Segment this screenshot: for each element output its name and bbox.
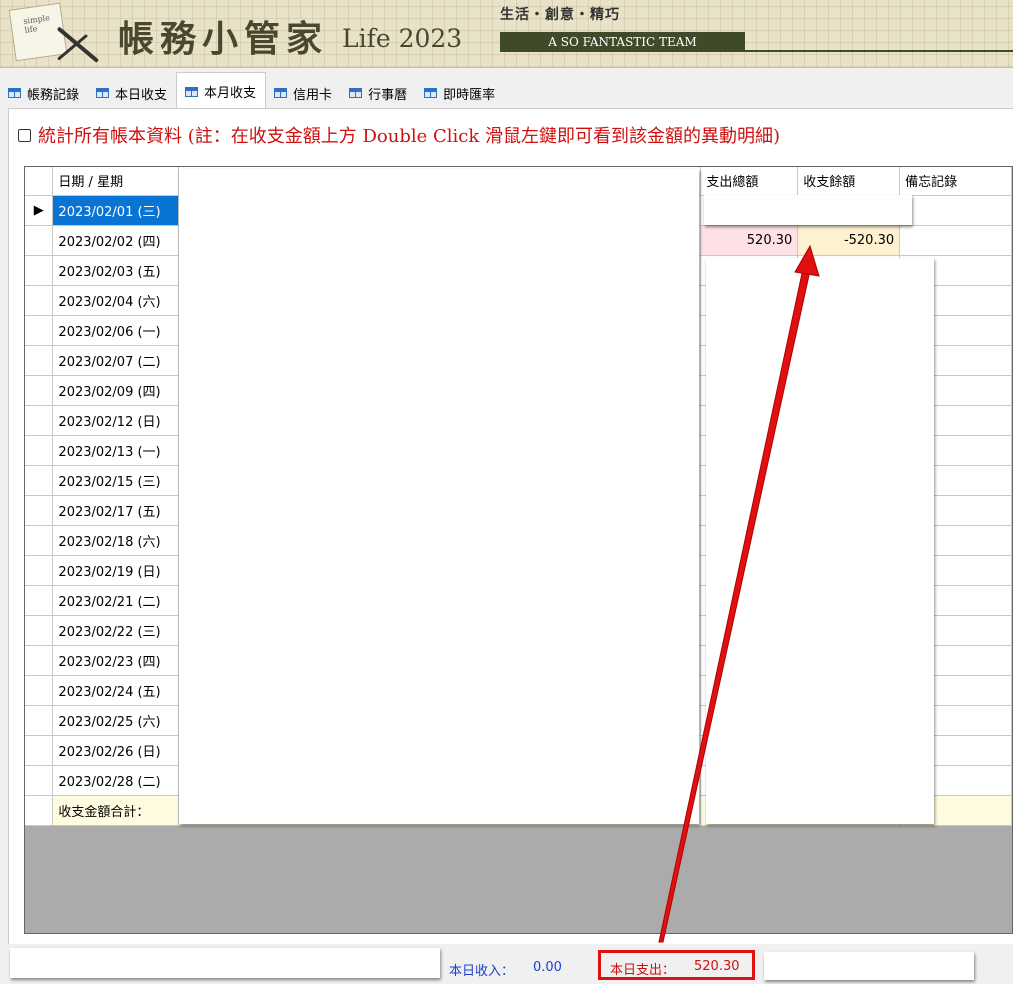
tab-label: 本日收支 (115, 87, 168, 103)
tab-credit-card[interactable]: 信用卡 (266, 76, 341, 110)
status-bar: 本日收入： 0.00 本日支出： 520.30 (0, 944, 1013, 984)
tab-calendar[interactable]: 行事曆 (341, 76, 416, 110)
date-cell[interactable]: 2023/02/19 (日) (52, 555, 180, 586)
date-cell[interactable]: 2023/02/07 (二) (52, 345, 180, 376)
row-header[interactable] (25, 765, 54, 796)
logo-text: simple life (22, 13, 51, 35)
out-cell[interactable]: 520.30 (700, 225, 799, 256)
tab-label: 即時匯率 (443, 87, 496, 103)
col-header-date[interactable]: 日期 / 星期 (52, 167, 180, 196)
date-cell[interactable]: 2023/02/26 (日) (52, 735, 180, 766)
grid-icon (274, 88, 288, 98)
row-header[interactable] (25, 735, 54, 766)
row-header[interactable] (25, 525, 54, 556)
row-header[interactable] (25, 495, 54, 526)
daily-income-value: 0.00 (533, 960, 562, 975)
redaction-overlay (706, 258, 934, 824)
stats-option-row: 統計所有帳本資料 (註：在收支金額上方 Double Click 滑鼠左鍵即可看… (18, 122, 780, 148)
team-line (745, 50, 1013, 52)
redaction-overlay (10, 948, 440, 978)
row-header[interactable] (25, 225, 54, 256)
row-header[interactable] (25, 255, 54, 286)
tab-monthly[interactable]: 本月收支 (176, 72, 267, 110)
row-header[interactable] (25, 315, 54, 346)
row-header[interactable] (25, 645, 54, 676)
app-slogan: 生活・創意・精巧 (500, 7, 620, 23)
memo-cell[interactable] (899, 225, 1012, 256)
tab-bar: 帳務記錄 本日收支 本月收支 信用卡 行事曆 即時匯率 (0, 72, 1013, 110)
col-header-balance[interactable]: 收支餘額 (797, 167, 901, 196)
daily-income-label: 本日收入： (449, 964, 515, 979)
row-header[interactable] (25, 555, 54, 586)
row-header[interactable] (25, 465, 54, 496)
grid-icon (8, 88, 21, 98)
date-cell[interactable]: 2023/02/23 (四) (52, 645, 180, 676)
date-cell[interactable]: 2023/02/12 (日) (52, 405, 180, 436)
date-cell[interactable]: 2023/02/18 (六) (52, 525, 180, 556)
row-header[interactable] (25, 435, 54, 466)
tab-label: 信用卡 (293, 87, 333, 103)
row-header[interactable] (25, 375, 54, 406)
col-header-out[interactable]: 支出總額 (700, 167, 799, 196)
date-cell[interactable]: 2023/02/22 (三) (52, 615, 180, 646)
date-cell[interactable]: 2023/02/25 (六) (52, 705, 180, 736)
app-logo: simple life (8, 2, 68, 62)
daily-expense-value: 520.30 (694, 959, 740, 974)
date-cell[interactable]: 2023/02/24 (五) (52, 675, 180, 706)
total-label: 收支金額合計： (52, 795, 180, 826)
date-cell[interactable]: 2023/02/03 (五) (52, 255, 180, 286)
redaction-overlay (179, 169, 699, 824)
date-cell[interactable]: 2023/02/21 (二) (52, 585, 180, 616)
grid-icon (424, 88, 438, 98)
date-cell[interactable]: 2023/02/09 (四) (52, 375, 180, 406)
tab-label: 帳務記錄 (27, 87, 80, 103)
date-cell[interactable]: 2023/02/17 (五) (52, 495, 180, 526)
row-header[interactable]: ▶ (25, 195, 54, 226)
row-header[interactable] (25, 405, 54, 436)
redaction-overlay (764, 952, 974, 980)
stats-note-label: 統計所有帳本資料 (註：在收支金額上方 Double Click 滑鼠左鍵即可看… (38, 126, 780, 147)
tab-daily[interactable]: 本日收支 (88, 76, 176, 110)
date-cell[interactable]: 2023/02/06 (一) (52, 315, 180, 346)
col-header-memo[interactable]: 備忘記錄 (899, 167, 1012, 196)
app-banner: simple life 帳務小管家 Life 2023 生活・創意・精巧 A S… (0, 0, 1013, 68)
stats-all-checkbox[interactable] (18, 128, 31, 142)
row-header[interactable] (25, 705, 54, 736)
row-header[interactable] (25, 585, 54, 616)
memo-cell[interactable] (899, 195, 1012, 226)
balance-cell[interactable]: -520.30 (797, 225, 901, 256)
app-title: 帳務小管家 (118, 18, 329, 60)
date-cell[interactable]: 2023/02/01 (三) (52, 195, 180, 226)
date-cell[interactable]: 2023/02/28 (二) (52, 765, 180, 796)
row-header[interactable] (25, 675, 54, 706)
row-header[interactable] (25, 345, 54, 376)
team-bar: A SO FANTASTIC TEAM (500, 32, 745, 52)
date-cell[interactable]: 2023/02/04 (六) (52, 285, 180, 316)
app-subtitle: Life 2023 (342, 24, 463, 53)
date-cell[interactable]: 2023/02/02 (四) (52, 225, 180, 256)
row-header (25, 795, 54, 826)
tab-label: 行事曆 (368, 87, 408, 103)
tab-exchange-rate[interactable]: 即時匯率 (416, 76, 504, 110)
date-cell[interactable]: 2023/02/15 (三) (52, 465, 180, 496)
daily-expense-label: 本日支出： (610, 963, 676, 978)
grid-icon (349, 88, 363, 98)
row-header[interactable] (25, 285, 54, 316)
grid-icon (185, 86, 199, 97)
redaction-overlay (704, 195, 912, 225)
date-cell[interactable]: 2023/02/13 (一) (52, 435, 180, 466)
row-header-corner (25, 167, 54, 196)
row-header[interactable] (25, 615, 54, 646)
tab-records[interactable]: 帳務記錄 (0, 76, 88, 110)
grid-icon (96, 88, 110, 98)
tab-label: 本月收支 (204, 86, 257, 101)
